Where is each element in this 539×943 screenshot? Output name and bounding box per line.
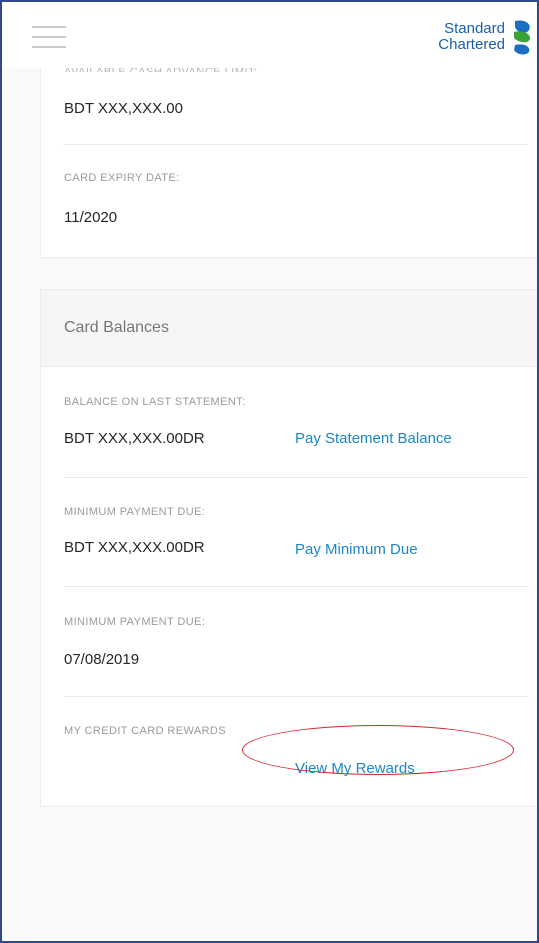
- card-balances-header: Card Balances: [41, 290, 537, 367]
- hamburger-menu-icon[interactable]: [32, 26, 66, 48]
- pay-minimum-due-link[interactable]: Pay Minimum Due: [295, 541, 418, 558]
- app-frame: Standard Chartered AVAILABLE CASH ADVANC…: [0, 0, 539, 943]
- rewards-label: MY CREDIT CARD REWARDS: [64, 725, 226, 737]
- divider: [64, 696, 529, 697]
- app-header: Standard Chartered: [2, 2, 537, 68]
- divider: [64, 586, 529, 587]
- standard-chartered-logo-icon: [514, 20, 531, 55]
- divider: [63, 144, 528, 145]
- brand-logo[interactable]: Standard Chartered: [438, 14, 533, 60]
- view-my-rewards-link[interactable]: View My Rewards: [295, 760, 415, 777]
- logo-line-2: Chartered: [438, 36, 505, 53]
- last-statement-value: BDT XXX,XXX.00DR: [64, 430, 205, 447]
- available-limit-value: BDT XXX,XXX.00: [64, 100, 183, 117]
- card-info-panel: [40, 62, 537, 258]
- min-due-date-label: MINIMUM PAYMENT DUE:: [64, 616, 206, 628]
- brand-logo-text: Standard Chartered: [438, 21, 505, 53]
- min-due-value: BDT XXX,XXX.00DR: [64, 539, 205, 556]
- logo-line-1: Standard: [444, 20, 505, 37]
- last-statement-label: BALANCE ON LAST STATEMENT:: [64, 396, 246, 408]
- card-expiry-label: CARD EXPIRY DATE:: [64, 172, 180, 184]
- card-balances-panel: Card Balances BALANCE ON LAST STATEMENT:…: [40, 289, 537, 807]
- pay-statement-balance-link[interactable]: Pay Statement Balance: [295, 430, 452, 447]
- min-due-date-value: 07/08/2019: [64, 651, 140, 668]
- min-due-label: MINIMUM PAYMENT DUE:: [64, 506, 206, 518]
- card-balances-title: Card Balances: [64, 319, 169, 336]
- divider: [64, 477, 529, 478]
- card-expiry-value: 11/2020: [64, 209, 118, 226]
